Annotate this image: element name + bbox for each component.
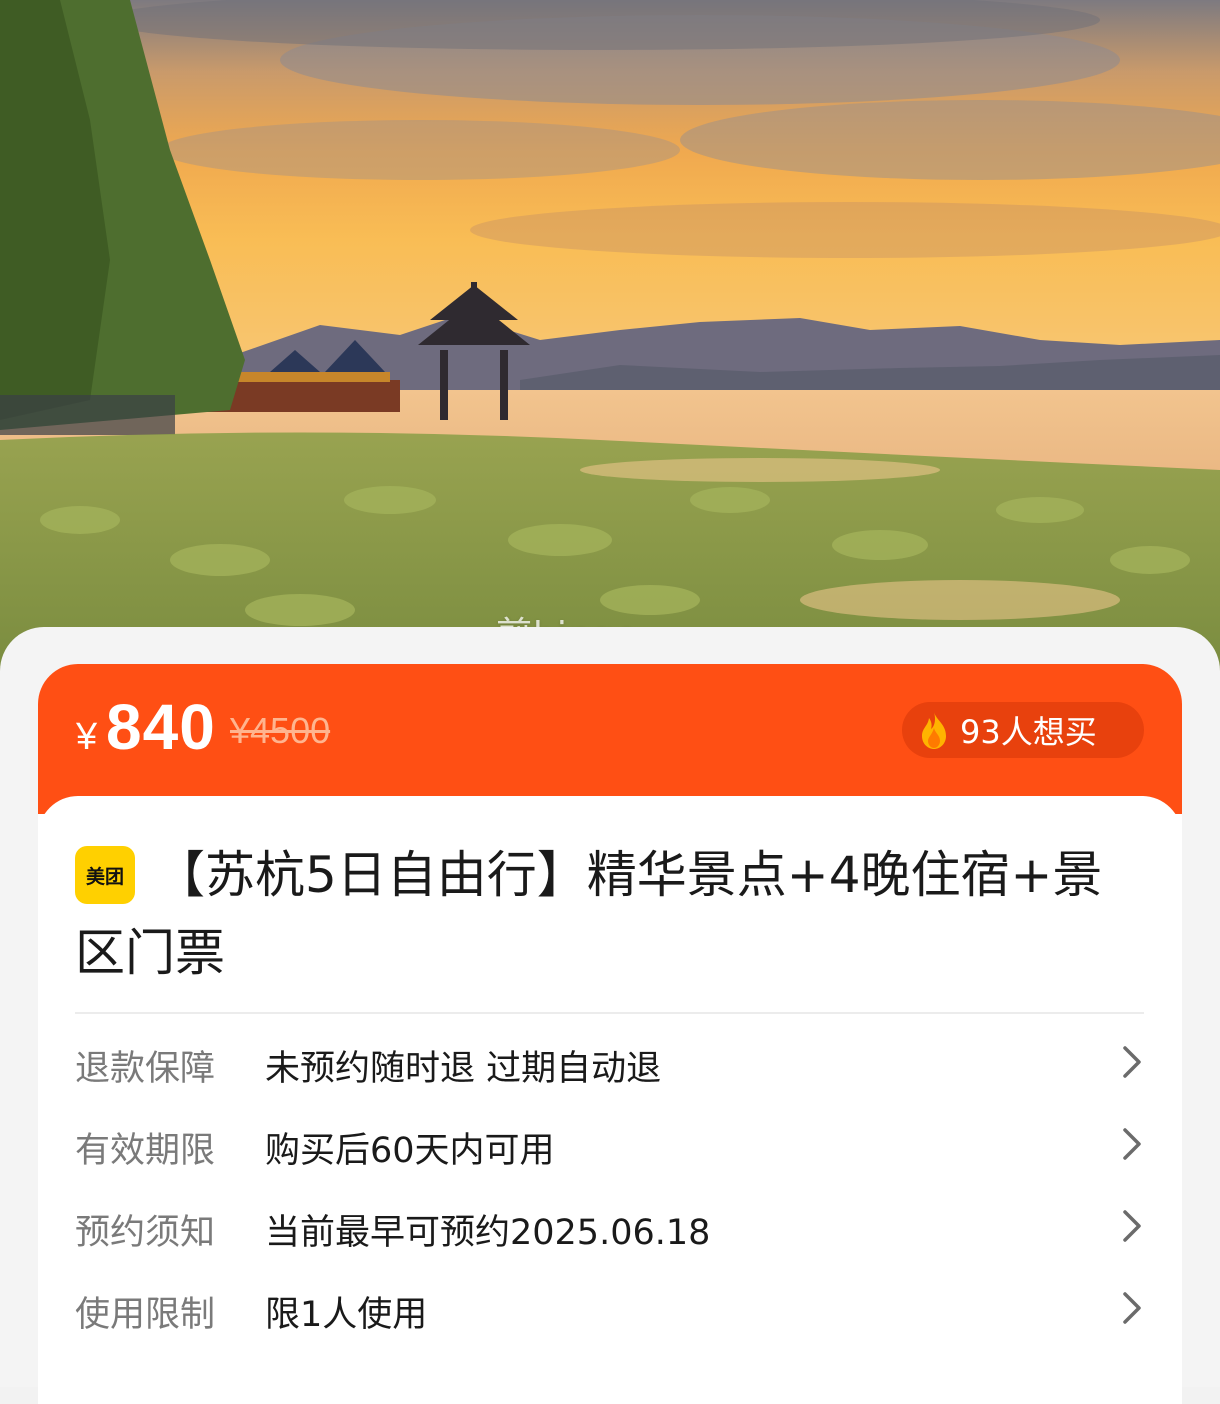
hero-photo [0, 0, 1220, 680]
info-label: 使用限制 [75, 1295, 216, 1335]
currency-symbol: ¥ [76, 716, 98, 758]
chevron-right-icon [1123, 1292, 1141, 1324]
info-value: 未预约随时退 过期自动退 [265, 1049, 662, 1089]
info-value: 购买后60天内可用 [265, 1131, 555, 1171]
fire-icon [922, 712, 946, 749]
hero-image: 煎bingo [0, 0, 1220, 680]
divider [75, 1012, 1144, 1014]
current-price: 840 [106, 691, 216, 763]
product-title: 【苏杭5日自由行】精华景点+4晚住宿+景区门票 [75, 846, 1103, 982]
info-label: 有效期限 [75, 1131, 216, 1171]
info-row-refund[interactable]: 退款保障 未预约随时退 过期自动退 [75, 1032, 1144, 1092]
info-value: 当前最早可预约2025.06.18 [265, 1213, 711, 1253]
price-bar: ¥ 840 ¥4500 93人想买 [38, 664, 1182, 814]
info-row-validity[interactable]: 有效期限 购买后60天内可用 [75, 1114, 1144, 1174]
info-row-booking[interactable]: 预约须知 当前最早可预约2025.06.18 [75, 1196, 1144, 1256]
info-label: 退款保障 [75, 1049, 216, 1089]
card-body: 美团 【苏杭5日自由行】精华景点+4晚住宿+景区门票 退款保障 未预约随时退 过… [38, 796, 1182, 1404]
info-label: 预约须知 [75, 1213, 216, 1253]
info-row-usage[interactable]: 使用限制 限1人使用 [75, 1278, 1144, 1338]
chevron-right-icon [1123, 1046, 1141, 1078]
original-price: ¥4500 [230, 710, 331, 751]
want-to-buy-badge: 93人想买 [902, 702, 1144, 758]
chevron-right-icon [1123, 1128, 1141, 1160]
info-value: 限1人使用 [265, 1295, 428, 1335]
product-card: ¥ 840 ¥4500 93人想买 美团 【苏杭5日自由行】精华景点+4晚住宿+… [38, 664, 1182, 1404]
want-count-text: 93人想买 [960, 713, 1097, 751]
chevron-right-icon [1123, 1210, 1141, 1242]
